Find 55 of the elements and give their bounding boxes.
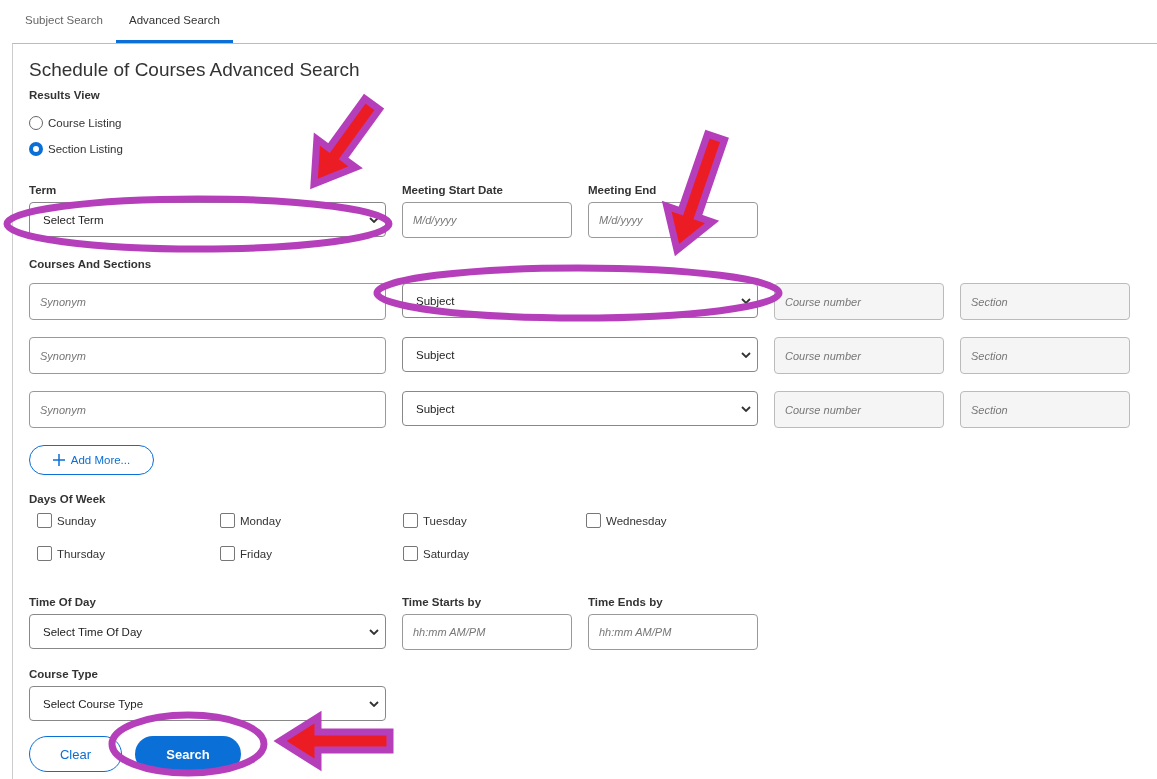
- field-label: Time Starts by: [402, 595, 483, 609]
- checkbox[interactable]: [37, 513, 52, 528]
- radio-button[interactable]: [29, 142, 43, 156]
- synonym-input[interactable]: Synonym: [29, 337, 386, 374]
- date-input[interactable]: M/d/yyyy: [402, 202, 572, 238]
- course-number-input[interactable]: Course number: [774, 391, 944, 428]
- tab[interactable]: Advanced Search: [116, 0, 233, 43]
- subject-dropdown[interactable]: Subject: [402, 391, 758, 426]
- checkbox-label: Tuesday: [423, 514, 467, 527]
- chevron-down-icon: [741, 351, 751, 358]
- checkbox-label: Sunday: [57, 514, 96, 527]
- synonym-input[interactable]: Synonym: [29, 283, 386, 320]
- course-number-input[interactable]: Course number: [774, 283, 944, 320]
- time-input[interactable]: hh:mm AM/PM: [588, 614, 758, 650]
- field-label: Results View: [29, 88, 101, 102]
- chevron-down-icon: [741, 297, 751, 304]
- course-number-input[interactable]: Course number: [774, 337, 944, 374]
- section-input[interactable]: Section: [960, 283, 1130, 320]
- radio-label: Section Listing: [48, 143, 123, 155]
- checkbox[interactable]: [586, 513, 601, 528]
- field-label: Meeting End: [588, 183, 658, 197]
- tab[interactable]: Subject Search: [12, 0, 116, 43]
- field-label: Term: [29, 183, 58, 197]
- field-label: Time Ends by: [588, 595, 664, 609]
- field-label: Time Of Day: [29, 595, 97, 609]
- field-label: Days Of Week: [29, 492, 107, 506]
- chevron-down-icon: [741, 405, 751, 412]
- chevron-down-icon: [369, 628, 379, 635]
- page-title: Schedule of Courses Advanced Search: [29, 58, 361, 82]
- checkbox-label: Wednesday: [606, 514, 667, 527]
- checkbox-label: Thursday: [57, 547, 105, 560]
- chevron-down-icon: [369, 700, 379, 707]
- checkbox[interactable]: [403, 513, 418, 528]
- checkbox[interactable]: [220, 546, 235, 561]
- plus-icon: [52, 454, 65, 466]
- subject-dropdown[interactable]: Subject: [402, 337, 758, 372]
- checkbox-label: Monday: [240, 514, 281, 527]
- synonym-input[interactable]: Synonym: [29, 391, 386, 428]
- time-of-day-dropdown[interactable]: Select Time Of Day: [29, 614, 386, 649]
- field-label: Course Type: [29, 667, 99, 681]
- time-input[interactable]: hh:mm AM/PM: [402, 614, 572, 650]
- checkbox[interactable]: [403, 546, 418, 561]
- checkbox[interactable]: [37, 546, 52, 561]
- course-type-dropdown[interactable]: Select Course Type: [29, 686, 386, 721]
- clear-button[interactable]: Clear: [29, 736, 122, 772]
- field-label: Courses And Sections: [29, 257, 153, 271]
- checkbox-label: Saturday: [423, 547, 470, 560]
- field-label: Meeting Start Date: [402, 183, 504, 197]
- checkbox-label: Friday: [240, 547, 272, 560]
- section-input[interactable]: Section: [960, 337, 1130, 374]
- section-input[interactable]: Section: [960, 391, 1130, 428]
- chevron-down-icon: [369, 216, 379, 223]
- checkbox[interactable]: [220, 513, 235, 528]
- radio-label: Course Listing: [48, 117, 122, 129]
- add-more-button[interactable]: Add More...: [29, 445, 154, 475]
